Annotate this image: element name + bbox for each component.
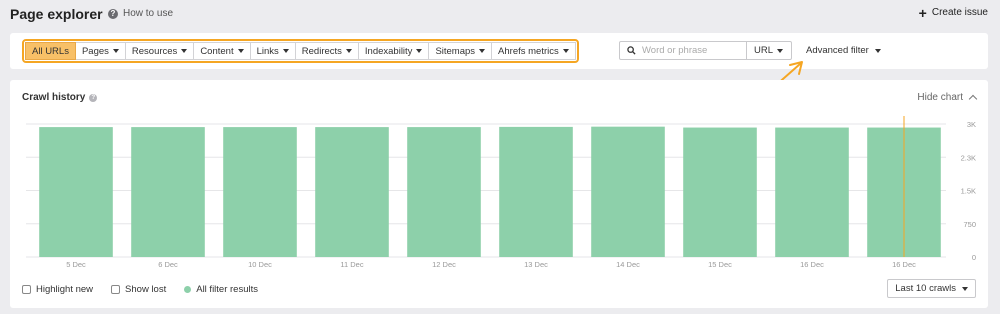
y-tick-label: 1.5K bbox=[961, 187, 976, 196]
filter-toolbar: All URLs Pages Resources Content Links R… bbox=[10, 33, 988, 69]
chart-bar[interactable] bbox=[315, 127, 389, 257]
filter-label: Ahrefs metrics bbox=[498, 45, 559, 57]
filter-label: Content bbox=[200, 45, 234, 57]
y-tick-label: 750 bbox=[963, 220, 976, 229]
help-icon[interactable]: ? bbox=[89, 93, 98, 102]
crawl-history-chart: 0 750 1.5K 2.3K 3K 5 Dec 6 Dec 10 Dec 11 Dec 12 D… bbox=[26, 116, 976, 269]
x-tick-label: 14 Dec bbox=[616, 260, 640, 269]
filter-all-urls[interactable]: All URLs bbox=[25, 42, 76, 60]
caret-down-icon bbox=[962, 286, 968, 291]
caret-down-icon bbox=[345, 49, 352, 53]
chart-legend: Highlight new Show lost All filter resul… bbox=[22, 284, 276, 295]
x-tick-label: 12 Dec bbox=[432, 260, 456, 269]
caret-down-icon bbox=[874, 48, 881, 53]
crawl-range-select[interactable]: Last 10 crawls bbox=[887, 279, 976, 298]
search-scope-value: URL bbox=[754, 45, 774, 56]
search-box bbox=[619, 41, 747, 60]
filter-label: Links bbox=[256, 45, 279, 57]
x-tick-label: 15 Dec bbox=[708, 260, 732, 269]
filter-resources[interactable]: Resources bbox=[125, 42, 195, 60]
advanced-filter-label: Advanced filter bbox=[806, 45, 869, 56]
checkbox-icon bbox=[22, 285, 31, 294]
chart-bar[interactable] bbox=[39, 127, 113, 257]
filter-label: Indexability bbox=[364, 45, 413, 57]
plus-icon: + bbox=[918, 4, 927, 21]
x-tick-label: 13 Dec bbox=[524, 260, 548, 269]
x-tick-label: 10 Dec bbox=[248, 260, 272, 269]
caret-down-icon bbox=[282, 49, 289, 53]
filter-label: Pages bbox=[81, 45, 109, 57]
search-input[interactable] bbox=[642, 45, 742, 56]
search-icon bbox=[627, 46, 636, 55]
checkbox-icon bbox=[111, 285, 121, 294]
advanced-filter-button[interactable]: Advanced filter bbox=[806, 45, 881, 56]
highlight-new-checkbox[interactable]: Highlight new bbox=[22, 284, 93, 295]
filter-redirects[interactable]: Redirects bbox=[295, 42, 359, 60]
x-tick-label: 16 Dec bbox=[892, 260, 916, 269]
show-lost-label: Show lost bbox=[125, 284, 167, 295]
filter-label: Resources bbox=[131, 45, 178, 57]
filter-group-highlighted: All URLs Pages Resources Content Links R… bbox=[22, 39, 579, 63]
x-tick-label: 5 Dec bbox=[66, 260, 86, 269]
filter-label: All URLs bbox=[32, 45, 69, 57]
help-icon: ? bbox=[108, 8, 118, 19]
caret-down-icon bbox=[181, 49, 188, 53]
series-dot-icon bbox=[184, 286, 192, 293]
crawl-history-title: Crawl history ? bbox=[22, 92, 98, 103]
filter-content[interactable]: Content bbox=[194, 42, 251, 60]
create-issue-button[interactable]: + Create issue bbox=[918, 4, 988, 21]
crawl-range-value: Last 10 crawls bbox=[895, 283, 956, 294]
caret-down-icon bbox=[416, 49, 423, 53]
caret-down-icon bbox=[112, 49, 119, 53]
filter-label: Redirects bbox=[301, 45, 342, 57]
crawl-history-panel: Crawl history ? Hide chart 0 750 1.5K 2.3K 3… bbox=[10, 80, 988, 308]
filter-sitemaps[interactable]: Sitemaps bbox=[429, 42, 493, 60]
how-to-use-label: How to use bbox=[123, 8, 174, 19]
hide-chart-button[interactable]: Hide chart bbox=[917, 92, 978, 104]
all-filter-results-legend: All filter results bbox=[184, 284, 258, 295]
chart-bar[interactable] bbox=[683, 127, 757, 258]
hide-chart-label: Hide chart bbox=[917, 92, 963, 103]
chart-bar[interactable] bbox=[499, 126, 573, 257]
show-lost-checkbox[interactable]: Show lost bbox=[111, 284, 166, 295]
top-bar: Page explorer ? How to use + Create issu… bbox=[0, 0, 1000, 30]
caret-down-icon bbox=[562, 49, 569, 53]
y-tick-label: 0 bbox=[972, 253, 976, 262]
chart-bar[interactable] bbox=[591, 126, 665, 257]
chart-bar[interactable] bbox=[131, 127, 205, 257]
caret-down-icon bbox=[777, 48, 784, 53]
chevron-up-icon bbox=[968, 94, 978, 104]
y-tick-label: 3K bbox=[967, 120, 976, 129]
highlight-new-label: Highlight new bbox=[36, 284, 94, 295]
how-to-use-link[interactable]: ? How to use bbox=[108, 8, 173, 19]
crawl-history-title-text: Crawl history bbox=[22, 92, 86, 103]
caret-down-icon bbox=[237, 49, 244, 53]
filter-links[interactable]: Links bbox=[250, 42, 296, 60]
x-tick-label: 11 Dec bbox=[340, 260, 363, 269]
y-tick-label: 2.3K bbox=[961, 153, 976, 162]
chart-bar[interactable] bbox=[775, 127, 849, 258]
x-tick-label: 16 Dec bbox=[800, 260, 824, 269]
filter-pages[interactable]: Pages bbox=[75, 42, 126, 60]
x-tick-label: 6 Dec bbox=[158, 260, 178, 269]
all-filter-results-label: All filter results bbox=[196, 284, 258, 295]
chart-bar[interactable] bbox=[223, 127, 297, 257]
create-issue-label: Create issue bbox=[931, 7, 988, 18]
filter-indexability[interactable]: Indexability bbox=[358, 42, 430, 60]
filter-ahrefs-metrics[interactable]: Ahrefs metrics bbox=[492, 42, 576, 60]
filter-label: Sitemaps bbox=[435, 45, 476, 57]
page-title: Page explorer bbox=[10, 6, 103, 22]
chart-bar[interactable] bbox=[407, 127, 481, 257]
caret-down-icon bbox=[479, 49, 486, 53]
